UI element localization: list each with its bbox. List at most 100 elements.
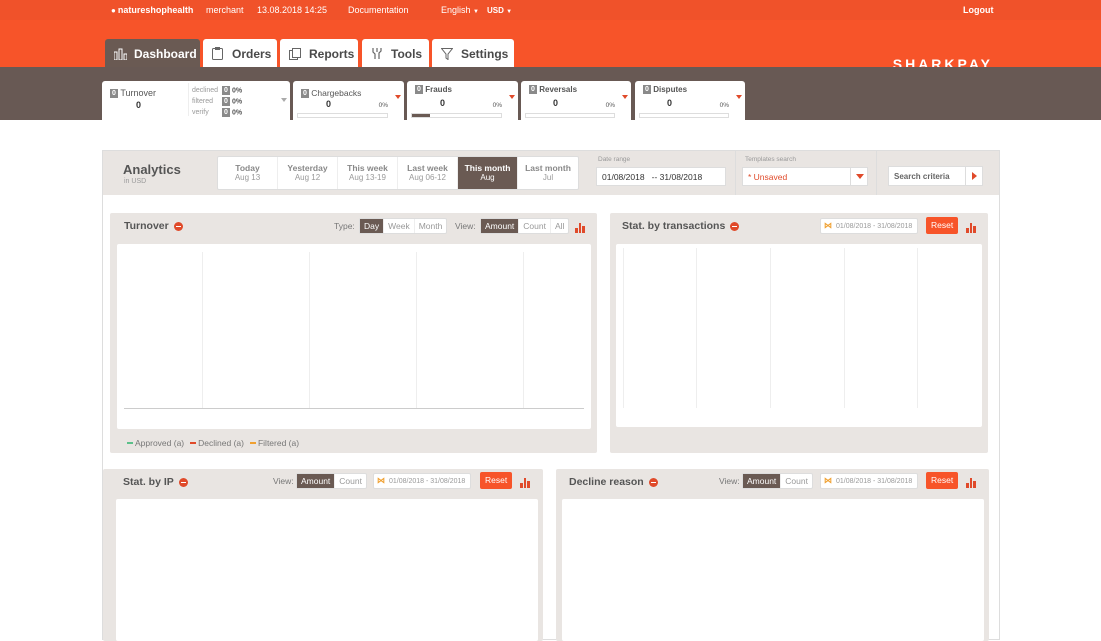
user-icon: ●: [111, 6, 116, 15]
period-sub: Jul: [542, 173, 554, 182]
count-badge: 0: [110, 89, 118, 99]
tab-tools[interactable]: Tools: [362, 39, 429, 68]
period-sub: Aug 06-12: [409, 173, 446, 182]
date-range-input[interactable]: 01/08/2018 -- 31/08/2018: [596, 167, 726, 186]
card-value: 0: [667, 98, 673, 108]
chevron-down-icon: ▼: [473, 9, 479, 15]
chevron-down-icon: [622, 95, 628, 99]
card-pct: 0%: [719, 102, 729, 109]
type-day[interactable]: Day: [360, 219, 385, 233]
period-this-week[interactable]: This week Aug 13-19: [338, 157, 398, 189]
bar-chart-icon[interactable]: [520, 478, 531, 488]
turnover-panel: Turnover Type: Day Week Month View: Amou…: [110, 213, 597, 453]
verify-pct: 0%: [231, 109, 243, 117]
verify-label: verify: [192, 109, 209, 117]
reset-button[interactable]: Reset: [926, 472, 959, 489]
panel-title-text: Stat. by IP: [123, 476, 174, 488]
card-label: Disputes: [653, 85, 688, 94]
analytics-section: Analytics in USD Today Aug 13 Yesterday Au…: [102, 150, 1000, 641]
type-toggle: Day Week Month: [359, 218, 448, 234]
user-link[interactable]: ● natureshophealth: [111, 5, 193, 15]
view-label: View:: [719, 476, 740, 486]
period-last-month[interactable]: Last month Jul: [518, 157, 578, 189]
date-chip[interactable]: ⋈ 01/08/2018 - 31/08/2018: [820, 218, 919, 234]
x-axis: [124, 408, 584, 409]
turnover-breakdown: declined 0 0% filtered 0 0% verify 0 0%: [192, 86, 242, 119]
collapse-icon[interactable]: [730, 221, 740, 231]
card-label: Frauds: [425, 85, 452, 94]
legend-filtered[interactable]: Filtered (a): [249, 438, 299, 448]
date-range-label: Date range: [598, 156, 631, 163]
type-month[interactable]: Month: [415, 219, 447, 233]
period-this-month[interactable]: This month Aug: [458, 157, 518, 189]
view-label: View:: [273, 476, 294, 486]
chargebacks-card[interactable]: 0 Chargebacks 0 0%: [293, 81, 404, 120]
date-chip[interactable]: ⋈ 01/08/2018 - 31/08/2018: [820, 473, 919, 489]
period-yesterday[interactable]: Yesterday Aug 12: [278, 157, 338, 189]
view-all[interactable]: All: [551, 219, 568, 233]
collapse-icon[interactable]: [173, 221, 183, 231]
play-icon: [965, 167, 982, 185]
grid-line: [917, 248, 918, 408]
search-criteria-button[interactable]: Search criteria: [888, 166, 983, 186]
tab-settings[interactable]: Settings: [432, 39, 514, 68]
reversals-card[interactable]: 0 Reversals 0 0%: [521, 81, 631, 120]
declined-label: declined: [192, 87, 219, 95]
transactions-panel: Stat. by transactions ⋈ 01/08/2018 - 31/0…: [610, 213, 988, 453]
period-today[interactable]: Today Aug 13: [218, 157, 278, 189]
analytics-header: Analytics in USD Today Aug 13 Yesterday Au…: [103, 151, 999, 195]
summary-bar: 0 Turnover 0 declined 0 0% filtered 0 0% v…: [0, 67, 1101, 120]
analytics-title: Analytics: [123, 162, 181, 177]
panel-title-text: Stat. by transactions: [622, 220, 726, 232]
date-chip[interactable]: ⋈ 01/08/2018 - 31/08/2018: [373, 473, 472, 489]
logout-link[interactable]: Logout: [963, 5, 994, 15]
top-bar: ● natureshophealth merchant 13.08.2018 14…: [0, 0, 1101, 20]
period-title: Last week: [407, 163, 448, 173]
currency-select[interactable]: USD ▼: [487, 6, 512, 15]
count-badge: 0: [643, 85, 651, 95]
disputes-card[interactable]: 0 Disputes 0 0%: [635, 81, 745, 120]
language-value: English: [441, 5, 471, 15]
legend-approved[interactable]: Approved (a): [127, 438, 184, 448]
collapse-icon[interactable]: [648, 477, 658, 487]
view-count[interactable]: Count: [519, 219, 551, 233]
decline-chart: [562, 499, 984, 641]
bar-chart-icon[interactable]: [966, 478, 977, 488]
view-amount[interactable]: Amount: [743, 474, 782, 488]
view-amount[interactable]: Amount: [297, 474, 336, 488]
templates-select[interactable]: * Unsaved: [742, 167, 868, 186]
divider: [188, 83, 189, 116]
period-sub: Aug: [480, 173, 495, 182]
collapse-icon[interactable]: [178, 477, 188, 487]
date-chip-text: 01/08/2018 - 31/08/2018: [836, 478, 913, 485]
progress-bar: [639, 113, 729, 118]
tab-reports[interactable]: Reports: [280, 39, 358, 68]
language-select[interactable]: English ▼: [441, 5, 479, 15]
reset-button[interactable]: Reset: [926, 217, 959, 234]
view-count[interactable]: Count: [335, 474, 366, 488]
type-week[interactable]: Week: [384, 219, 415, 233]
bar-chart-icon[interactable]: [575, 223, 586, 233]
tab-dashboard[interactable]: Dashboard: [105, 39, 200, 68]
period-title: Yesterday: [287, 163, 328, 173]
legend-declined[interactable]: Declined (a): [190, 438, 244, 448]
date-chip-text: 01/08/2018 - 31/08/2018: [836, 223, 913, 230]
panel-title: Turnover: [124, 220, 183, 232]
frauds-card[interactable]: 0 Frauds 0 0%: [407, 81, 518, 120]
transactions-chart: [616, 244, 982, 427]
view-amount[interactable]: Amount: [481, 219, 520, 233]
tab-label: Tools: [391, 46, 423, 61]
count-badge: 0: [222, 96, 230, 106]
turnover-chart: [117, 244, 591, 429]
bar-chart-icon[interactable]: [966, 223, 977, 233]
turnover-card[interactable]: 0 Turnover 0 declined 0 0% filtered 0 0% v…: [102, 81, 290, 120]
period-last-week[interactable]: Last week Aug 06-12: [398, 157, 458, 189]
bar-chart-icon: [114, 47, 128, 61]
count-badge: 0: [301, 89, 309, 99]
documentation-link[interactable]: Documentation: [348, 5, 409, 15]
panel-title-text: Decline reason: [569, 476, 644, 488]
tab-orders[interactable]: Orders: [203, 39, 277, 68]
view-count[interactable]: Count: [781, 474, 812, 488]
reset-button[interactable]: Reset: [480, 472, 513, 489]
period-title: Last month: [525, 163, 571, 173]
